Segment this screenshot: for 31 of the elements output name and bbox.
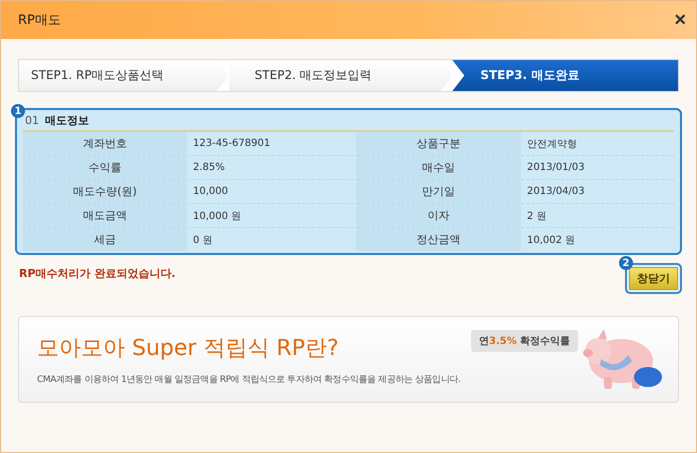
field-label: 수익률 — [23, 156, 187, 179]
field-value: 2.85% — [192, 161, 226, 175]
field-label: 상품구분 — [356, 132, 521, 155]
field-label: 정산금액 — [356, 228, 521, 251]
field-label: 매수일 — [356, 156, 521, 179]
field-value: 10,002 원 — [526, 234, 576, 248]
field-label: 매도수량(원) — [23, 180, 187, 203]
section-title: 매도정보 — [45, 112, 89, 128]
banner-description: CMA계좌를 이용하여 1년동안 매월 일정금액을 RP에 적립식으로 투자하여 확정수익률을 제공하는 상품입니다. — [37, 374, 460, 386]
banner-headline: 모아모아 Super 적립식 RP란? — [37, 335, 340, 363]
field-value: 0 원 — [192, 234, 214, 248]
field-value: 2 원 — [526, 210, 548, 224]
completion-message: RP매수처리가 완료되었습니다. — [19, 266, 176, 281]
window-title: RP매도 — [18, 12, 61, 29]
field-value: 10,000 원 — [192, 210, 242, 224]
field-label: 계좌번호 — [23, 132, 187, 155]
field-value: 2013/01/03 — [526, 161, 586, 175]
field-label: 만기일 — [356, 180, 521, 203]
close-window-button[interactable]: 창닫기 — [629, 267, 678, 290]
field-value: 123-45-678901 — [192, 137, 272, 151]
field-value: 2013/04/03 — [526, 185, 586, 199]
close-button[interactable]: × — [670, 10, 690, 30]
section-number: 01 — [25, 114, 39, 126]
field-value: 10,000 — [192, 185, 229, 199]
number-badge: 1 — [11, 104, 25, 118]
field-label: 세금 — [23, 228, 187, 251]
number-badge: 2 — [619, 256, 633, 270]
field-label: 이자 — [356, 204, 521, 227]
field-label: 매도금액 — [23, 204, 187, 227]
field-value: 안전계약형 — [526, 138, 578, 152]
rate-callout: 연3.5% 확정수익률 — [471, 330, 578, 352]
